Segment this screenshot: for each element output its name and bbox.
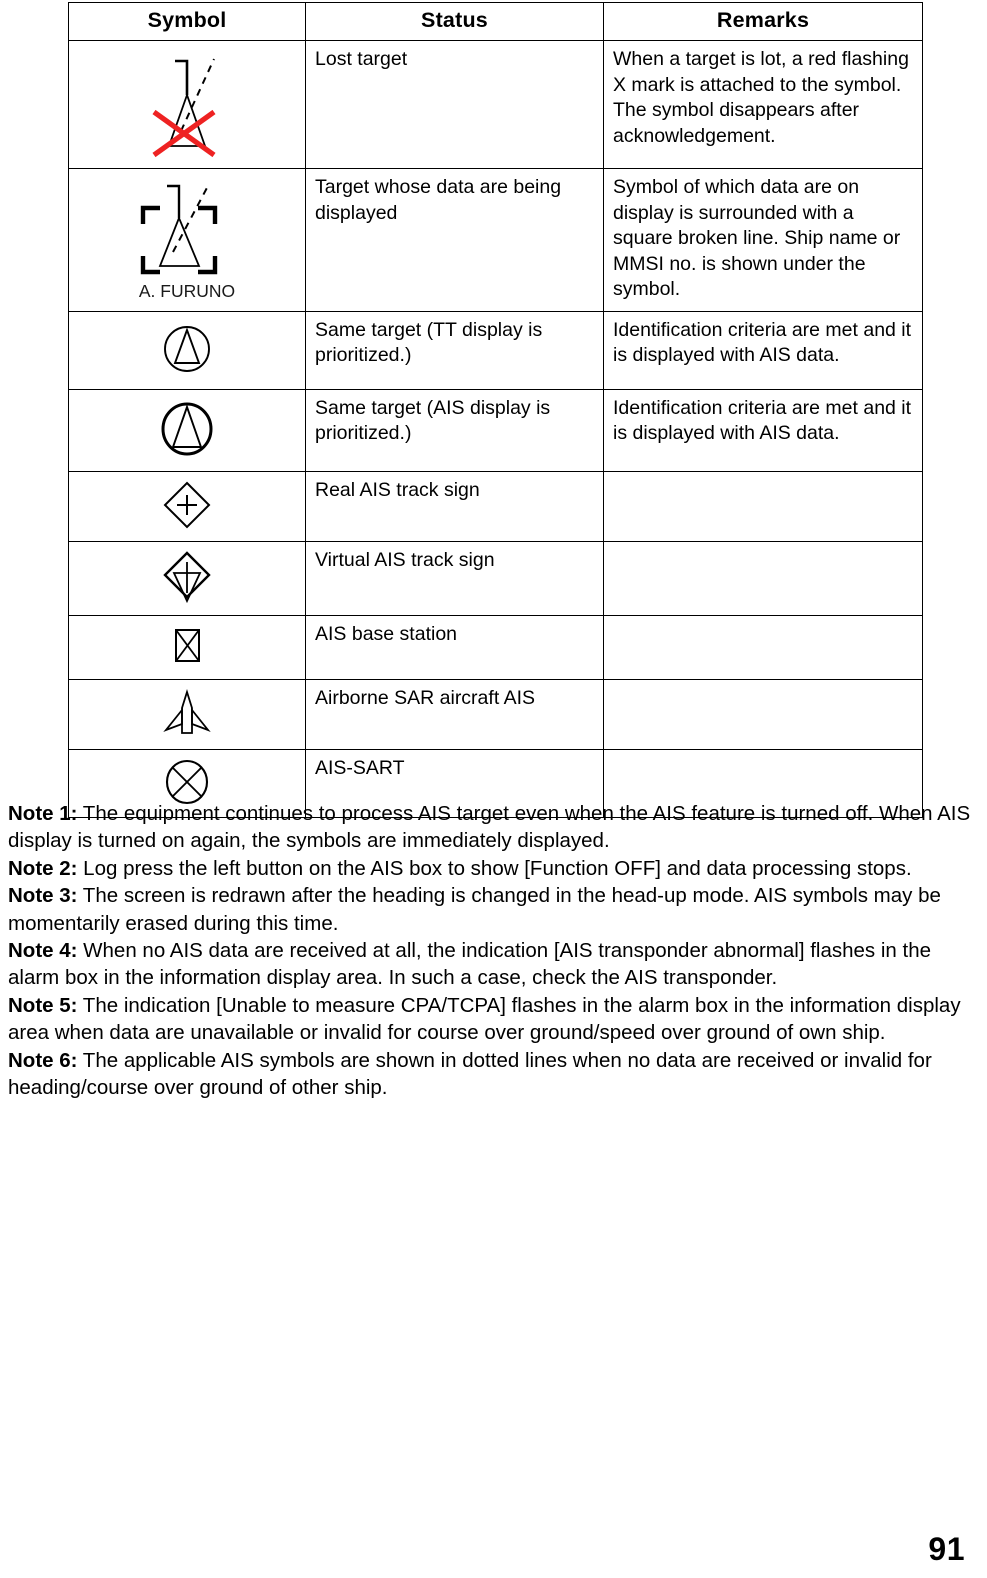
note-label: Note 1: — [8, 802, 78, 825]
column-header-remarks: Remarks — [603, 2, 923, 41]
remarks-cell: When a target is lot, a red flashing X m… — [603, 40, 923, 169]
status-cell: AIS base station — [305, 614, 604, 680]
symbol-cell: A. FURUNO — [68, 168, 306, 312]
note-text: The screen is redrawn after the heading … — [8, 884, 941, 935]
remarks-cell: Identification criteria are met and it i… — [603, 310, 923, 390]
note-item: Note 3: The screen is redrawn after the … — [8, 882, 980, 937]
note-item: Note 2: Log press the left button on the… — [8, 855, 980, 882]
note-text: When no AIS data are received at all, th… — [8, 939, 932, 990]
symbol-caption: A. FURUNO — [138, 281, 236, 302]
symbol-cell — [68, 470, 306, 542]
status-cell: Virtual AIS track sign — [305, 540, 604, 616]
remarks-cell: Symbol of which data are on display is s… — [603, 168, 923, 312]
column-header-status: Status — [305, 2, 604, 41]
remarks-cell — [603, 614, 923, 680]
symbol-cell — [68, 678, 306, 750]
status-cell: Lost target — [305, 40, 604, 169]
note-text: The indication [Unable to measure CPA/TC… — [8, 993, 961, 1045]
same-target-ais-priority-symbol — [161, 402, 213, 455]
same-target-tt-priority-symbol — [164, 325, 210, 372]
status-cell: Same target (AIS display is prioritized.… — [305, 388, 604, 472]
airborne-sar-aircraft-symbol — [163, 688, 211, 734]
note-text: The applicable AIS symbols are shown in … — [8, 1048, 932, 1100]
remarks-cell — [603, 470, 923, 542]
table-row: Same target (AIS display is prioritized.… — [68, 388, 923, 472]
table-row: Real AIS track sign — [68, 470, 923, 542]
status-cell: Real AIS track sign — [305, 470, 604, 542]
virtual-ais-track-sign-symbol — [163, 550, 211, 603]
note-item: Note 5: The indication [Unable to measur… — [8, 992, 980, 1047]
ais-base-station-symbol — [175, 628, 200, 662]
status-cell: Airborne SAR aircraft AIS — [305, 678, 604, 750]
table-row: A. FURUNO Target whose data are being di… — [68, 168, 923, 312]
remarks-cell: Identification criteria are met and it i… — [603, 388, 923, 472]
note-text: Log press the left button on the AIS box… — [77, 856, 912, 880]
note-label: Note 3: — [8, 884, 78, 908]
table-row: Same target (TT display is prioritized.)… — [68, 310, 923, 390]
status-cell: Same target (TT display is prioritized.) — [305, 310, 604, 390]
status-cell: Target whose data are being displayed — [305, 168, 604, 312]
symbol-cell — [68, 540, 306, 616]
symbol-cell — [68, 388, 306, 472]
symbol-cell — [68, 40, 306, 169]
note-item: Note 6: The applicable AIS symbols are s… — [8, 1047, 980, 1102]
symbol-cell — [68, 614, 306, 680]
table-header: Symbol Status Remarks — [68, 2, 923, 41]
column-header-symbol: Symbol — [68, 2, 306, 41]
table-row: Lost target When a target is lot, a red … — [68, 40, 923, 169]
note-label: Note 2: — [8, 856, 78, 880]
lost-target-symbol — [152, 58, 216, 158]
notes-section: Note 1: The equipment continues to proce… — [8, 800, 980, 1101]
real-ais-track-sign-symbol — [163, 481, 211, 528]
table-header-row: Symbol Status Remarks — [68, 2, 923, 41]
selected-target-symbol — [140, 183, 218, 275]
table-body: Lost target When a target is lot, a red … — [68, 40, 923, 818]
note-text: The equipment continues to process AIS t… — [8, 802, 971, 853]
page-number: 91 — [928, 1531, 965, 1567]
table-row: AIS base station — [68, 614, 923, 680]
symbol-cell — [68, 310, 306, 390]
remarks-cell — [603, 540, 923, 616]
note-item: Note 4: When no AIS data are received at… — [8, 937, 980, 992]
note-label: Note 5: — [8, 993, 78, 1017]
table-row: Airborne SAR aircraft AIS — [68, 678, 923, 750]
note-label: Note 6: — [8, 1048, 78, 1072]
remarks-cell — [603, 678, 923, 750]
table-row: Virtual AIS track sign — [68, 540, 923, 616]
document-page: Symbol Status Remarks Lost target When a… — [0, 0, 987, 1578]
note-item: Note 1: The equipment continues to proce… — [8, 800, 980, 855]
note-label: Note 4: — [8, 939, 78, 963]
ais-symbol-table: Symbol Status Remarks Lost target When a… — [68, 2, 923, 818]
